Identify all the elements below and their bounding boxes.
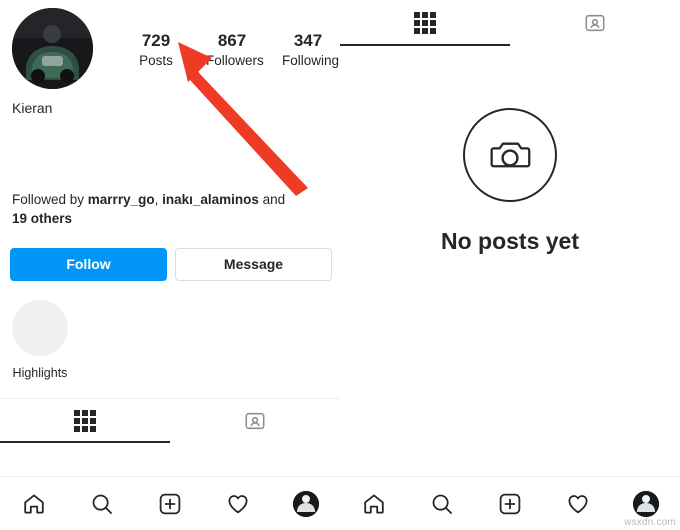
avatar[interactable] [12, 8, 93, 89]
stat-following-value: 347 [293, 31, 323, 50]
stat-posts[interactable]: 729 Posts [130, 30, 182, 70]
stat-posts-label: Posts [139, 53, 173, 68]
search-icon [92, 494, 112, 514]
heart-icon [228, 494, 248, 513]
home-icon [364, 494, 384, 513]
bottom-nav-left [0, 476, 340, 530]
stat-posts-value: 729 [141, 31, 171, 50]
screenshot-canvas: 729 Posts 867 Followers 347 Following Ki… [0, 0, 680, 530]
profile-header: 729 Posts 867 Followers 347 Following [12, 8, 339, 92]
nav-create[interactable] [150, 484, 190, 524]
camera-icon [463, 108, 557, 202]
avatar-icon [293, 490, 319, 517]
empty-state-title: No posts yet [440, 228, 580, 254]
profile-username: Kieran [12, 100, 53, 116]
stat-followers-label: Followers [206, 53, 264, 68]
story-highlights: Highlights [12, 300, 68, 380]
tab-grid-underline [0, 441, 170, 443]
tagged-person-icon [245, 412, 265, 430]
followed-by-prefix: Followed by [12, 192, 88, 207]
nav-create[interactable] [490, 484, 530, 524]
profile-stats: 729 Posts 867 Followers 347 Following [130, 30, 339, 70]
heart-icon [568, 494, 588, 513]
highlight-circle[interactable] [12, 300, 68, 356]
nav-search[interactable] [82, 484, 122, 524]
nav-home[interactable] [354, 484, 394, 524]
empty-state: No posts yet [340, 108, 680, 255]
tab-tagged[interactable] [170, 399, 340, 443]
followed-by-user-2[interactable]: inakı_alaminos [162, 192, 259, 207]
camera-glyph [490, 142, 531, 168]
tab-grid-right[interactable] [340, 0, 510, 46]
tab-tagged-right[interactable] [510, 0, 680, 46]
highlight-label: Highlights [12, 366, 68, 380]
nav-activity[interactable] [558, 484, 598, 524]
followed-by-user-1[interactable]: marrry_go [88, 192, 155, 207]
stat-following[interactable]: 347 Following [282, 30, 340, 70]
followed-by-text: Followed by marrry_go, inakı_alaminos an… [12, 190, 332, 228]
search-icon [432, 494, 452, 514]
stat-followers-value: 867 [217, 31, 247, 50]
stat-followers[interactable]: 867 Followers [206, 30, 264, 70]
followed-by-suffix: and [258, 192, 286, 207]
grid-icon [74, 410, 96, 432]
nav-profile[interactable] [286, 484, 326, 524]
profile-tabbar [0, 398, 340, 443]
follow-button[interactable]: Follow [10, 248, 167, 281]
tab-grid-right-underline [340, 44, 510, 46]
plus-square-icon [499, 493, 521, 514]
watermark: wsxdn.com [624, 517, 676, 528]
stat-following-label: Following [282, 53, 340, 68]
home-icon [24, 494, 44, 513]
grid-icon [414, 12, 436, 34]
plus-square-icon [159, 493, 181, 514]
followed-by-others[interactable]: 19 others [12, 211, 72, 226]
profile-pane: 729 Posts 867 Followers 347 Following Ki… [0, 0, 340, 530]
message-button[interactable]: Message [175, 248, 332, 281]
tagged-person-icon [585, 14, 605, 32]
nav-avatar-image [293, 490, 319, 517]
posts-tabbar [340, 0, 680, 46]
nav-avatar-image [633, 490, 659, 517]
nav-home[interactable] [14, 484, 54, 524]
tab-grid[interactable] [0, 399, 170, 443]
followed-by-separator: , [154, 192, 163, 207]
nav-search[interactable] [422, 484, 462, 524]
avatar-image [12, 8, 93, 89]
avatar-icon [633, 490, 659, 517]
nav-activity[interactable] [218, 484, 258, 524]
profile-action-row: Follow Message [10, 248, 334, 281]
posts-pane: No posts yet [340, 0, 680, 530]
